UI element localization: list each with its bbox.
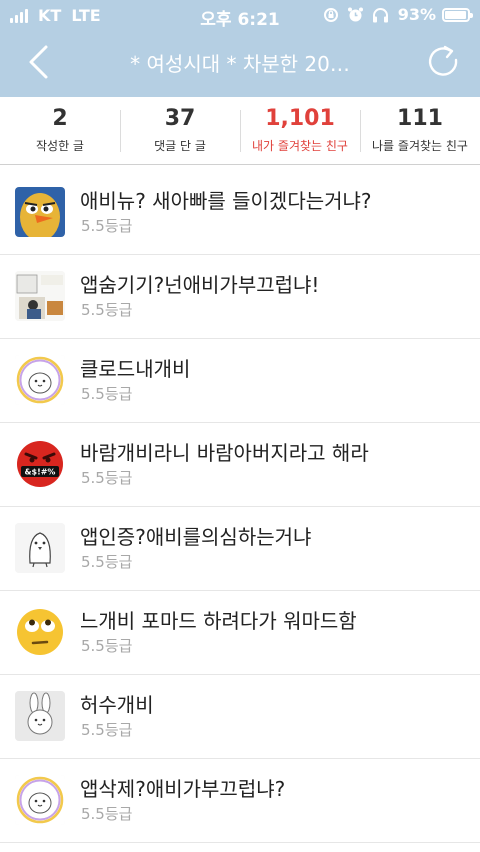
battery-icon	[442, 7, 473, 22]
item-grade: 5.5등급	[81, 301, 133, 319]
item-title: 앱숨기기?넌애비가부끄럽냐!	[80, 273, 320, 297]
navigation-bar: * 여성시대 * 차분한 20…	[0, 30, 480, 97]
header-bar: KT LTE 오후 6:21 93% * 여성시대 * 차분한 20…	[0, 0, 480, 97]
item-title: 허수개비	[80, 693, 154, 717]
tab-my-favorite-friends[interactable]: 1,101 내가 즐겨찾는 친구	[240, 97, 360, 164]
rainbow-ring-character-avatar	[15, 775, 65, 825]
item-grade: 5.5등급	[81, 637, 133, 655]
list-item[interactable]: 앱삭제?애비가부끄럽냐? 5.5등급	[0, 759, 480, 843]
friend-list: 애비뉴? 새아빠를 들이겠다는거냐? 5.5등급 앱숨기기?넌애비가부끄럽냐! …	[0, 171, 480, 843]
bald-man-cartoon-avatar	[15, 187, 65, 237]
stat-label: 댓글 단 글	[154, 139, 206, 153]
list-item[interactable]: 느개비 포마드 하려다가 워마드함 5.5등급	[0, 591, 480, 675]
eye-roll-emoji-avatar	[15, 607, 65, 657]
list-item[interactable]: 허수개비 5.5등급	[0, 675, 480, 759]
back-button[interactable]	[18, 40, 62, 84]
item-grade: 5.5등급	[81, 385, 133, 403]
list-item[interactable]: &$!#% 바람개비라니 바람아버지라고 해라 5.5등급	[0, 423, 480, 507]
rainbow-ring-character-avatar	[15, 355, 65, 405]
item-title: 느개비 포마드 하려다가 워마드함	[80, 609, 357, 633]
battery-percent: 93%	[397, 5, 436, 24]
stats-tabs: 2 작성한 글 37 댓글 단 글 1,101 내가 즐겨찾는 친구 111 나…	[0, 97, 480, 165]
item-grade: 5.5등급	[81, 553, 133, 571]
stat-value: 1,101	[265, 106, 335, 131]
item-title: 애비뉴? 새아빠를 들이겠다는거냐?	[80, 189, 372, 213]
stat-label: 작성한 글	[36, 139, 84, 153]
item-grade: 5.5등급	[81, 469, 133, 487]
status-bar: KT LTE 오후 6:21 93%	[0, 0, 480, 30]
stat-value: 111	[397, 106, 443, 131]
item-title: 클로드내개비	[80, 357, 191, 381]
item-title: 바람개비라니 바람아버지라고 해라	[80, 441, 369, 465]
item-grade: 5.5등급	[81, 721, 133, 739]
stat-label: 내가 즐겨찾는 친구	[252, 139, 348, 153]
orientation-lock-icon	[323, 7, 339, 23]
item-title: 앱삭제?애비가부끄럽냐?	[80, 777, 286, 801]
list-item[interactable]: 앱숨기기?넌애비가부끄럽냐! 5.5등급	[0, 255, 480, 339]
item-grade: 5.5등급	[81, 217, 133, 235]
item-title: 앱인증?애비를의심하는거냐	[80, 525, 312, 549]
refresh-button[interactable]	[424, 42, 464, 82]
list-item[interactable]: 애비뉴? 새아빠를 들이겠다는거냐? 5.5등급	[0, 171, 480, 255]
item-grade: 5.5등급	[81, 805, 133, 823]
angry-cursing-emoji-avatar: &$!#%	[15, 439, 65, 489]
penguin-character-avatar	[15, 523, 65, 573]
comic-panel-avatar	[15, 271, 65, 321]
tab-commented-posts[interactable]: 37 댓글 단 글	[120, 97, 240, 164]
stat-label: 나를 즐겨찾는 친구	[372, 139, 468, 153]
refresh-icon	[428, 45, 458, 76]
page-title: * 여성시대 * 차분한 20…	[130, 52, 350, 76]
svg-text:&$!#%: &$!#%	[25, 468, 56, 477]
chevron-left-icon	[29, 45, 48, 79]
headphones-icon	[372, 7, 389, 23]
tab-friends-favoriting-me[interactable]: 111 나를 즐겨찾는 친구	[360, 97, 480, 164]
stat-value: 37	[164, 106, 196, 131]
list-item[interactable]: 클로드내개비 5.5등급	[0, 339, 480, 423]
tab-posts-written[interactable]: 2 작성한 글	[0, 97, 120, 164]
list-item[interactable]: 앱인증?애비를의심하는거냐 5.5등급	[0, 507, 480, 591]
stat-value: 2	[52, 106, 68, 131]
bunny-character-avatar	[15, 691, 65, 741]
alarm-icon	[347, 6, 364, 23]
